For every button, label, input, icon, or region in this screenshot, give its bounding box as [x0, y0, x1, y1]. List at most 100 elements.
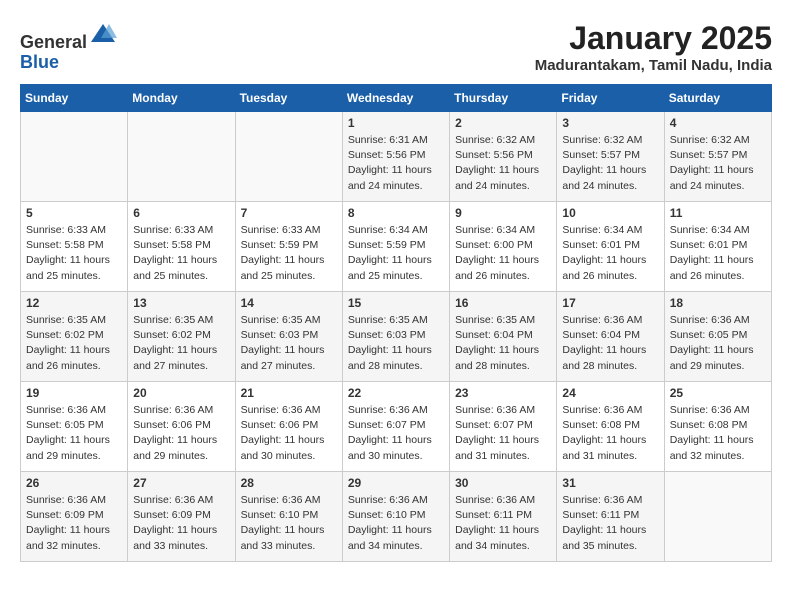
- weekday-header-monday: Monday: [128, 85, 235, 112]
- calendar-cell: 6 Sunrise: 6:33 AMSunset: 5:58 PMDaylight…: [128, 202, 235, 292]
- day-number: 31: [562, 476, 658, 490]
- day-info: Sunrise: 6:36 AMSunset: 6:10 PMDaylight:…: [348, 493, 444, 554]
- day-info: Sunrise: 6:34 AMSunset: 6:01 PMDaylight:…: [670, 223, 766, 284]
- day-info: Sunrise: 6:36 AMSunset: 6:08 PMDaylight:…: [562, 403, 658, 464]
- calendar-cell: 26Sunrise: 6:36 AMSunset: 6:09 PMDayligh…: [21, 472, 128, 562]
- day-number: 27: [133, 476, 229, 490]
- day-info: Sunrise: 6:36 AMSunset: 6:10 PMDaylight:…: [241, 493, 337, 554]
- day-info: Sunrise: 6:36 AMSunset: 6:06 PMDaylight:…: [241, 403, 337, 464]
- day-number: 18: [670, 296, 766, 310]
- calendar-cell: 12 Sunrise: 6:35 AMSunset: 6:02 PMDayligh…: [21, 292, 128, 382]
- day-number: 15: [348, 296, 444, 310]
- logo-general: General: [20, 32, 87, 52]
- day-info: Sunrise: 6:36 AMSunset: 6:07 PMDaylight:…: [348, 403, 444, 464]
- day-number: 10: [562, 206, 658, 220]
- day-number: 16: [455, 296, 551, 310]
- calendar-cell: 19Sunrise: 6:36 AMSunset: 6:05 PMDayligh…: [21, 382, 128, 472]
- calendar-cell: [664, 472, 771, 562]
- calendar-cell: [21, 112, 128, 202]
- calendar-cell: 10 Sunrise: 6:34 AMSunset: 6:01 PMDayligh…: [557, 202, 664, 292]
- calendar-cell: 3 Sunrise: 6:32 AMSunset: 5:57 PMDaylight…: [557, 112, 664, 202]
- calendar-week-row: 5 Sunrise: 6:33 AMSunset: 5:58 PMDaylight…: [21, 202, 772, 292]
- calendar-cell: 11 Sunrise: 6:34 AMSunset: 6:01 PMDayligh…: [664, 202, 771, 292]
- calendar-cell: 9 Sunrise: 6:34 AMSunset: 6:00 PMDaylight…: [450, 202, 557, 292]
- day-number: 12: [26, 296, 122, 310]
- day-number: 5: [26, 206, 122, 220]
- calendar-cell: 22 Sunrise: 6:36 AMSunset: 6:07 PMDayligh…: [342, 382, 449, 472]
- day-number: 22: [348, 386, 444, 400]
- day-number: 24: [562, 386, 658, 400]
- calendar-week-row: 12 Sunrise: 6:35 AMSunset: 6:02 PMDayligh…: [21, 292, 772, 382]
- calendar-cell: 20Sunrise: 6:36 AMSunset: 6:06 PMDayligh…: [128, 382, 235, 472]
- calendar-cell: 8Sunrise: 6:34 AMSunset: 5:59 PMDaylight…: [342, 202, 449, 292]
- calendar-cell: 25Sunrise: 6:36 AMSunset: 6:08 PMDayligh…: [664, 382, 771, 472]
- calendar-week-row: 1 Sunrise: 6:31 AMSunset: 5:56 PMDaylight…: [21, 112, 772, 202]
- day-number: 1: [348, 116, 444, 130]
- day-number: 30: [455, 476, 551, 490]
- day-info: Sunrise: 6:36 AMSunset: 6:09 PMDaylight:…: [133, 493, 229, 554]
- calendar-cell: 29 Sunrise: 6:36 AMSunset: 6:10 PMDayligh…: [342, 472, 449, 562]
- calendar-cell: 23 Sunrise: 6:36 AMSunset: 6:07 PMDayligh…: [450, 382, 557, 472]
- calendar-cell: 2 Sunrise: 6:32 AMSunset: 5:56 PMDaylight…: [450, 112, 557, 202]
- day-info: Sunrise: 6:36 AMSunset: 6:08 PMDaylight:…: [670, 403, 766, 464]
- page-header: General Blue January 2025 Madurantakam, …: [20, 20, 772, 74]
- weekday-header-saturday: Saturday: [664, 85, 771, 112]
- day-number: 20: [133, 386, 229, 400]
- calendar-cell: [128, 112, 235, 202]
- day-number: 9: [455, 206, 551, 220]
- calendar-cell: 4Sunrise: 6:32 AMSunset: 5:57 PMDaylight…: [664, 112, 771, 202]
- calendar-cell: 17 Sunrise: 6:36 AMSunset: 6:04 PMDayligh…: [557, 292, 664, 382]
- day-info: Sunrise: 6:35 AMSunset: 6:04 PMDaylight:…: [455, 313, 551, 374]
- calendar-cell: 14 Sunrise: 6:35 AMSunset: 6:03 PMDayligh…: [235, 292, 342, 382]
- title-block: January 2025 Madurantakam, Tamil Nadu, I…: [535, 20, 772, 74]
- day-info: Sunrise: 6:34 AMSunset: 6:00 PMDaylight:…: [455, 223, 551, 284]
- day-info: Sunrise: 6:32 AMSunset: 5:56 PMDaylight:…: [455, 133, 551, 194]
- calendar-cell: 5 Sunrise: 6:33 AMSunset: 5:58 PMDaylight…: [21, 202, 128, 292]
- calendar-cell: 15Sunrise: 6:35 AMSunset: 6:03 PMDayligh…: [342, 292, 449, 382]
- calendar-cell: 27 Sunrise: 6:36 AMSunset: 6:09 PMDayligh…: [128, 472, 235, 562]
- day-info: Sunrise: 6:36 AMSunset: 6:05 PMDaylight:…: [670, 313, 766, 374]
- day-number: 6: [133, 206, 229, 220]
- day-number: 14: [241, 296, 337, 310]
- weekday-header-wednesday: Wednesday: [342, 85, 449, 112]
- calendar-title: January 2025: [535, 20, 772, 57]
- day-info: Sunrise: 6:33 AMSunset: 5:58 PMDaylight:…: [133, 223, 229, 284]
- calendar-week-row: 19Sunrise: 6:36 AMSunset: 6:05 PMDayligh…: [21, 382, 772, 472]
- day-info: Sunrise: 6:34 AMSunset: 5:59 PMDaylight:…: [348, 223, 444, 284]
- calendar-table: SundayMondayTuesdayWednesdayThursdayFrid…: [20, 84, 772, 562]
- calendar-week-row: 26Sunrise: 6:36 AMSunset: 6:09 PMDayligh…: [21, 472, 772, 562]
- day-info: Sunrise: 6:36 AMSunset: 6:04 PMDaylight:…: [562, 313, 658, 374]
- calendar-subtitle: Madurantakam, Tamil Nadu, India: [535, 57, 772, 74]
- calendar-cell: 21 Sunrise: 6:36 AMSunset: 6:06 PMDayligh…: [235, 382, 342, 472]
- day-info: Sunrise: 6:31 AMSunset: 5:56 PMDaylight:…: [348, 133, 444, 194]
- weekday-header-sunday: Sunday: [21, 85, 128, 112]
- day-info: Sunrise: 6:36 AMSunset: 6:07 PMDaylight:…: [455, 403, 551, 464]
- day-info: Sunrise: 6:35 AMSunset: 6:03 PMDaylight:…: [241, 313, 337, 374]
- calendar-cell: 30 Sunrise: 6:36 AMSunset: 6:11 PMDayligh…: [450, 472, 557, 562]
- day-number: 17: [562, 296, 658, 310]
- calendar-cell: 18 Sunrise: 6:36 AMSunset: 6:05 PMDayligh…: [664, 292, 771, 382]
- day-number: 2: [455, 116, 551, 130]
- calendar-cell: 1 Sunrise: 6:31 AMSunset: 5:56 PMDaylight…: [342, 112, 449, 202]
- day-info: Sunrise: 6:36 AMSunset: 6:11 PMDaylight:…: [455, 493, 551, 554]
- logo-blue: Blue: [20, 52, 59, 72]
- day-info: Sunrise: 6:35 AMSunset: 6:02 PMDaylight:…: [26, 313, 122, 374]
- day-number: 11: [670, 206, 766, 220]
- day-number: 29: [348, 476, 444, 490]
- day-number: 3: [562, 116, 658, 130]
- day-info: Sunrise: 6:35 AMSunset: 6:02 PMDaylight:…: [133, 313, 229, 374]
- logo: General Blue: [20, 20, 117, 73]
- day-number: 4: [670, 116, 766, 130]
- day-info: Sunrise: 6:34 AMSunset: 6:01 PMDaylight:…: [562, 223, 658, 284]
- calendar-cell: 24 Sunrise: 6:36 AMSunset: 6:08 PMDayligh…: [557, 382, 664, 472]
- day-info: Sunrise: 6:36 AMSunset: 6:09 PMDaylight:…: [26, 493, 122, 554]
- day-info: Sunrise: 6:32 AMSunset: 5:57 PMDaylight:…: [562, 133, 658, 194]
- day-info: Sunrise: 6:33 AMSunset: 5:58 PMDaylight:…: [26, 223, 122, 284]
- day-number: 19: [26, 386, 122, 400]
- calendar-cell: 13 Sunrise: 6:35 AMSunset: 6:02 PMDayligh…: [128, 292, 235, 382]
- calendar-cell: [235, 112, 342, 202]
- day-number: 23: [455, 386, 551, 400]
- day-number: 21: [241, 386, 337, 400]
- weekday-header-row: SundayMondayTuesdayWednesdayThursdayFrid…: [21, 85, 772, 112]
- day-number: 13: [133, 296, 229, 310]
